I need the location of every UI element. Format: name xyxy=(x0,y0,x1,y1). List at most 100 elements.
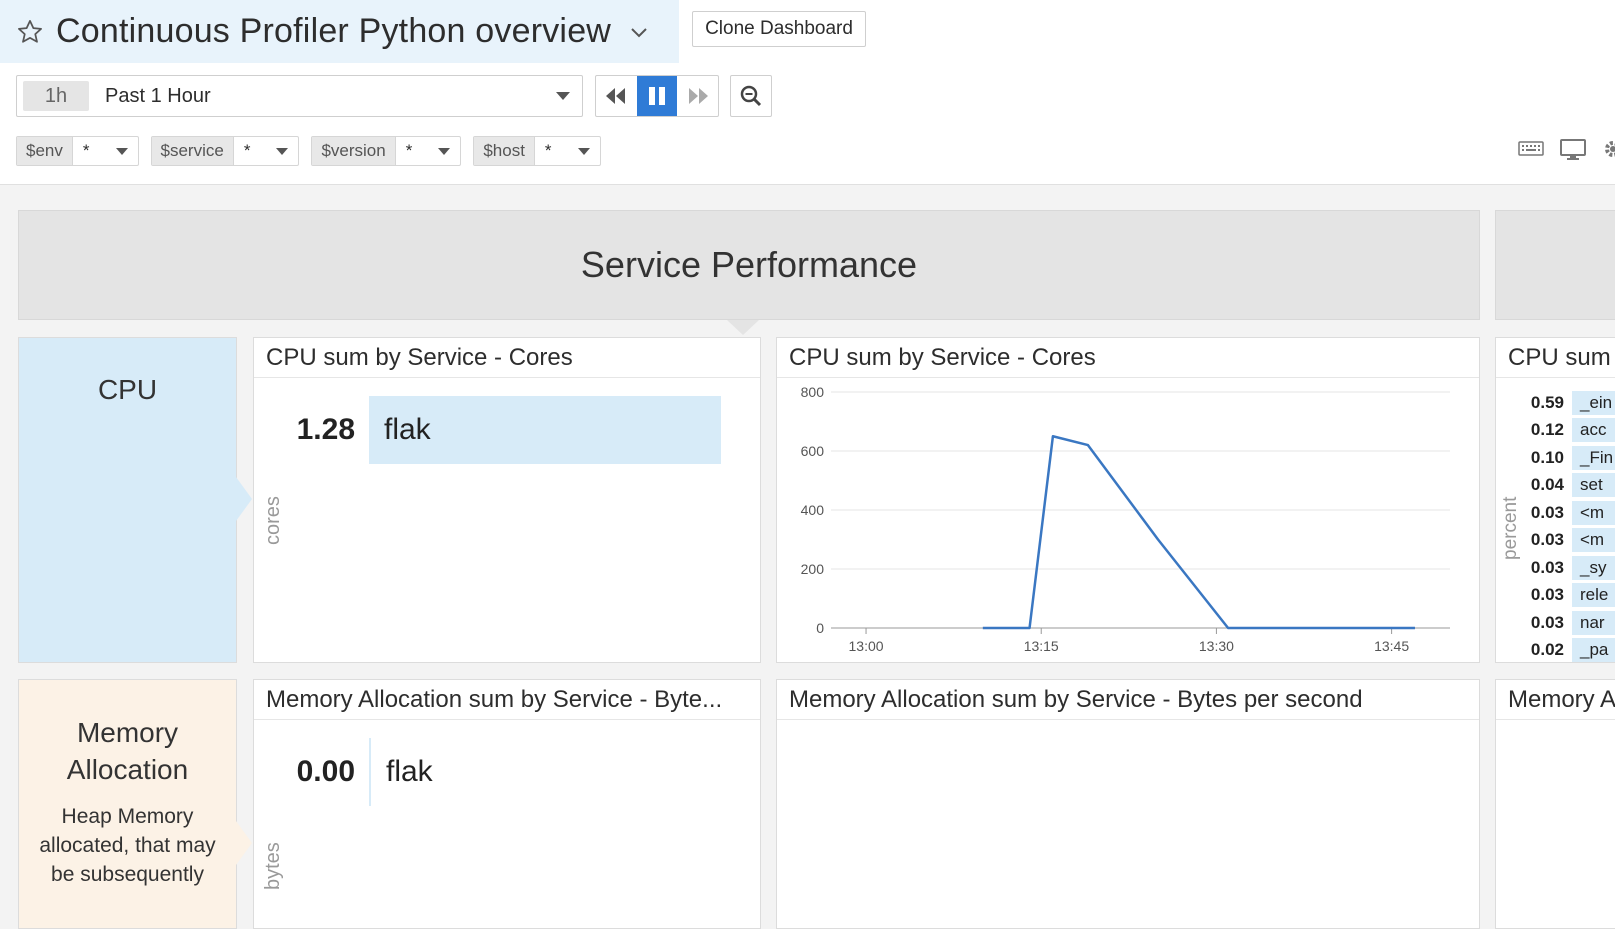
rewind-icon xyxy=(606,88,626,104)
pause-icon xyxy=(649,87,665,105)
memory-timeseries-widget[interactable]: Memory Allocation sum by Service - Bytes… xyxy=(776,679,1480,929)
dashboard-title: Continuous Profiler Python overview xyxy=(56,12,612,50)
note-title: Memory Allocation xyxy=(19,714,236,788)
toplist-value: 1.28 xyxy=(296,413,355,446)
toplist-bar: _pa xyxy=(1572,638,1615,662)
var-name: $service xyxy=(151,137,234,165)
time-range-label: Past 1 Hour xyxy=(105,84,211,107)
banner-pointer xyxy=(727,320,759,335)
toplist-bar: rele xyxy=(1572,583,1615,607)
toplist-bar: <m xyxy=(1572,500,1615,525)
toplist-row: 1.28 flak xyxy=(254,396,721,464)
section-banner: Service Performance xyxy=(18,210,1480,320)
note-pointer xyxy=(236,821,252,865)
toplist-value: 0.10 xyxy=(1530,447,1564,467)
note-title: CPU xyxy=(97,374,158,405)
memory-right-widget[interactable]: Memory A xyxy=(1495,679,1615,929)
y-tick-label: 0 xyxy=(816,620,824,636)
note-title-line: Allocation xyxy=(66,754,189,785)
var-value[interactable]: * xyxy=(234,137,299,165)
star-icon[interactable] xyxy=(16,18,44,46)
gear-icon[interactable] xyxy=(1602,138,1615,160)
var-value-text: * xyxy=(82,141,90,160)
cpu-toplist-widget[interactable]: CPU sum by Service - Cores 1.28 flak cor… xyxy=(253,337,761,663)
toplist-row: 0.59 _ein xyxy=(1496,389,1615,416)
time-range-picker[interactable]: 1h Past 1 Hour xyxy=(16,75,583,117)
x-tick-label: 13:30 xyxy=(1199,638,1234,654)
cpu-toplist-right-widget[interactable]: CPU sum 0.59 _ein 0.12 acc 0.10 _Fin 0.04 set 0.… xyxy=(1495,337,1615,663)
toplist-row: 0.03 rele xyxy=(1496,582,1615,609)
y-tick-label: 200 xyxy=(801,561,825,577)
caret-down-icon xyxy=(438,147,451,155)
template-variables: $env * $service * $version * $host * xyxy=(16,136,613,166)
toplist-row: 0.10 _Fin xyxy=(1496,444,1615,471)
cpu-timeseries-widget[interactable]: CPU sum by Service - Cores 0 200 400 600 800… xyxy=(776,337,1480,663)
toplist-bar: <m xyxy=(1572,528,1615,552)
zoom-out-button[interactable] xyxy=(730,75,772,117)
toplist-bar: flak xyxy=(369,396,721,464)
var-value-text: * xyxy=(243,141,251,160)
search-icon xyxy=(740,85,762,107)
y-axis-unit: percent xyxy=(1500,496,1521,560)
note-cpu: CPU xyxy=(18,337,237,663)
caret-down-icon xyxy=(577,147,590,155)
series-line xyxy=(982,435,1415,630)
x-tick-label: 13:00 xyxy=(849,638,884,654)
var-value-text: * xyxy=(544,141,552,160)
y-tick-label: 600 xyxy=(801,443,825,459)
toplist-row: 0.00 flak xyxy=(254,738,709,806)
note-memory-allocation: Memory Allocation Heap Memory allocated, … xyxy=(18,679,237,929)
toplist-bar: set xyxy=(1572,473,1615,497)
widget-title: CPU sum by Service - Cores xyxy=(254,338,760,378)
time-navigation xyxy=(595,75,719,117)
toplist-bar: flak xyxy=(369,738,709,806)
var-value[interactable]: * xyxy=(73,137,138,165)
caret-down-icon xyxy=(556,92,570,100)
template-var-env[interactable]: $env * xyxy=(16,136,139,166)
toplist-value: 0.04 xyxy=(1530,475,1564,494)
widget-title: CPU sum xyxy=(1496,338,1615,378)
toplist-bar: _sy xyxy=(1572,555,1615,580)
caret-down-icon xyxy=(276,147,289,155)
toplist-bar: nar xyxy=(1572,610,1615,635)
template-var-host[interactable]: $host * xyxy=(473,136,601,166)
toplist-value: 0.03 xyxy=(1530,612,1564,632)
dashboard-title-bar: Continuous Profiler Python overview xyxy=(0,0,679,63)
rewind-button[interactable] xyxy=(596,76,637,116)
time-range-badge: 1h xyxy=(23,81,89,111)
chevron-down-icon[interactable] xyxy=(627,20,651,44)
toplist-value: 0.59 xyxy=(1530,392,1564,412)
pause-button[interactable] xyxy=(636,76,678,116)
memory-toplist-widget[interactable]: Memory Allocation sum by Service - Byte.… xyxy=(253,679,761,929)
y-tick-label: 400 xyxy=(801,502,825,518)
y-axis-unit: bytes xyxy=(262,842,284,890)
x-tick-label: 13:15 xyxy=(1024,638,1059,654)
var-value-text: * xyxy=(405,141,413,160)
template-var-service[interactable]: $service * xyxy=(150,136,300,166)
toplist-value: 0.03 xyxy=(1530,585,1564,604)
monitor-icon[interactable] xyxy=(1560,138,1586,160)
clone-dashboard-button[interactable]: Clone Dashboard xyxy=(692,11,866,47)
template-var-version[interactable]: $version * xyxy=(311,136,462,166)
keyboard-icon[interactable] xyxy=(1518,138,1544,158)
section-title: Service Performance xyxy=(580,244,918,285)
toplist-row: 0.03 nar xyxy=(1496,609,1615,636)
var-value[interactable]: * xyxy=(396,137,461,165)
fast-forward-icon xyxy=(688,88,708,104)
var-value[interactable]: * xyxy=(535,137,600,165)
toplist-bar: _Fin xyxy=(1572,445,1615,470)
fast-forward-button[interactable] xyxy=(677,76,718,116)
var-name: $version xyxy=(312,137,396,165)
x-tick-label: 13:45 xyxy=(1374,638,1409,654)
toplist-value: 0.00 xyxy=(296,755,355,788)
toplist-row: 0.12 acc xyxy=(1496,417,1615,444)
toplist-value: 0.12 xyxy=(1530,420,1564,439)
widget-title: Memory Allocation sum by Service - Bytes… xyxy=(777,680,1479,720)
toplist-bar: _ein xyxy=(1572,390,1615,415)
note-pointer xyxy=(236,477,252,521)
note-title-line: Memory xyxy=(76,717,179,748)
toplist-row: 0.04 set xyxy=(1496,472,1615,499)
toplist-row: 0.02 _pa xyxy=(1496,637,1615,662)
var-name: $host xyxy=(474,137,535,165)
widget-title: Memory A xyxy=(1496,680,1615,720)
